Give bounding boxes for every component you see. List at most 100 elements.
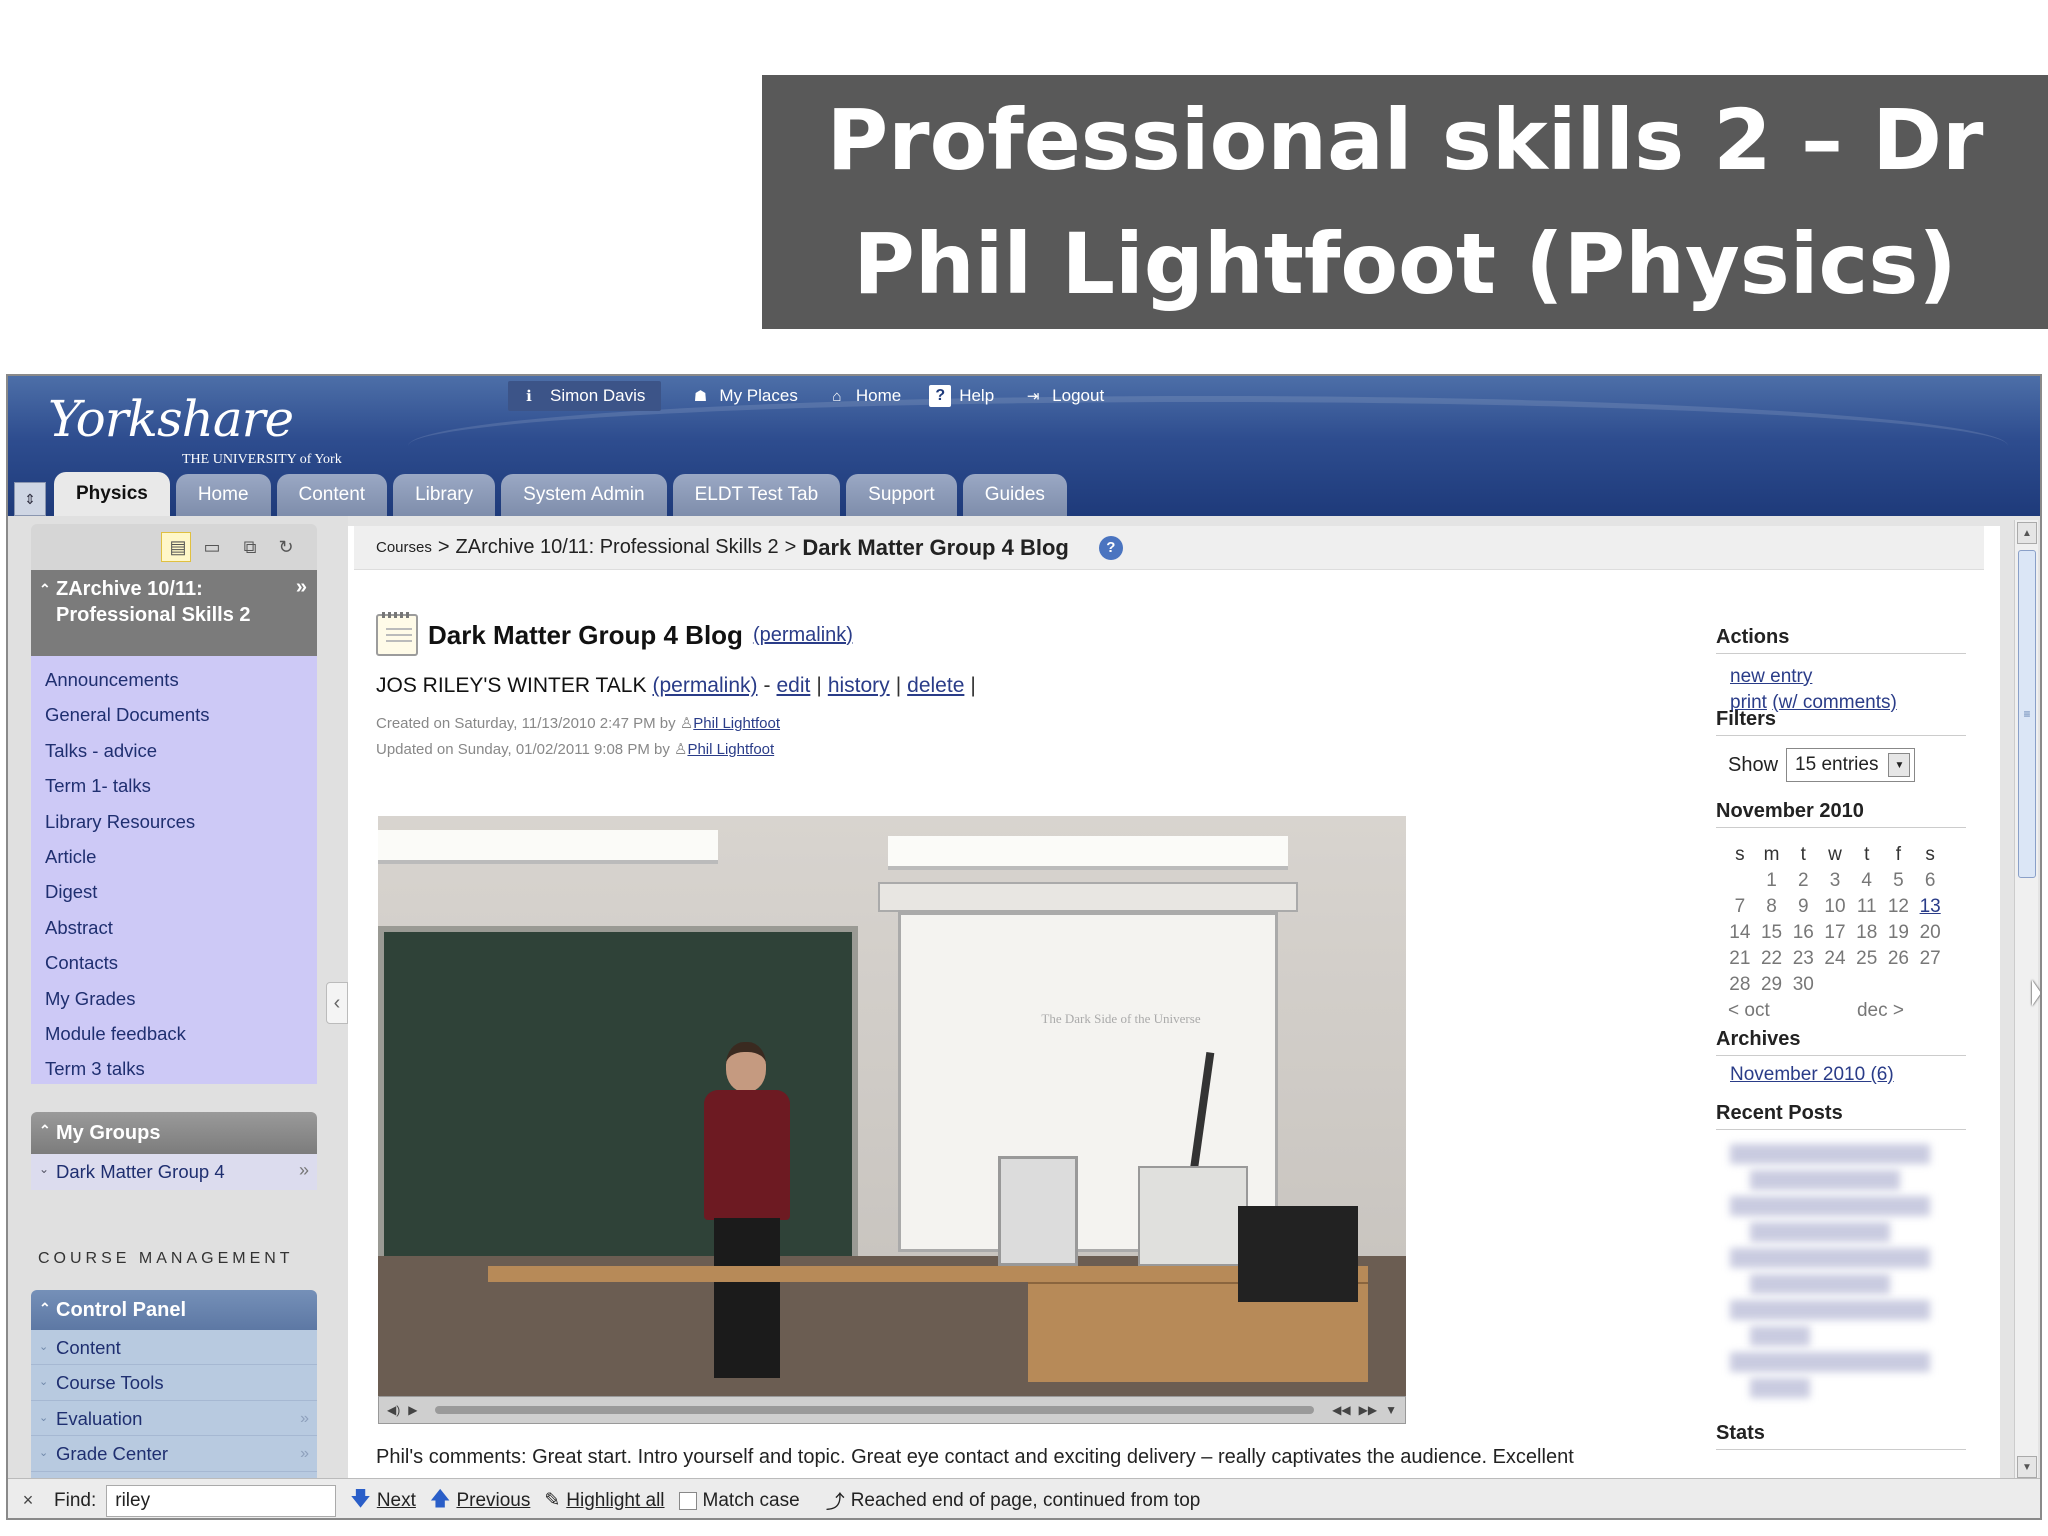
help-icon: ?	[929, 385, 952, 407]
double-chevron-icon[interactable]: »	[300, 1401, 309, 1436]
double-chevron-icon[interactable]: »	[300, 1436, 309, 1471]
module-title[interactable]: ⌃ ZArchive 10/11: Professional Skills 2 …	[31, 570, 317, 656]
find-next-label: Next	[376, 1489, 416, 1511]
weekday: f	[1895, 844, 1902, 865]
menu-down-icon[interactable]: ▼	[1385, 1403, 1397, 1417]
updated-meta: Updated on Sunday, 01/02/2011 9:08 PM by…	[376, 740, 774, 758]
tab-support[interactable]: Support	[846, 474, 957, 516]
blurred-recent-post[interactable]	[1730, 1352, 1930, 1372]
find-bar: × Find: 🡇 Next 🡅 Previous ✎ Highlight al…	[8, 1478, 2040, 1518]
double-chevron-icon[interactable]: »	[299, 1160, 309, 1181]
scroll-thumb[interactable]: ≡	[2018, 550, 2036, 878]
menu-link-contacts[interactable]: Contacts	[31, 945, 317, 980]
menu-link-article[interactable]: Article	[31, 839, 317, 874]
calendar-day: 5	[1893, 870, 1904, 891]
help-link[interactable]: ? Help	[929, 385, 994, 407]
list-view-icon[interactable]: ▤	[161, 532, 191, 562]
cp-link-content[interactable]: ⌄ Content	[31, 1330, 317, 1366]
menu-link-module-feedback[interactable]: Module feedback	[31, 1016, 317, 1051]
highlight-all-button[interactable]: ✎ Highlight all	[544, 1489, 664, 1512]
blurred-recent-post[interactable]	[1730, 1248, 1930, 1268]
breadcrumb-module[interactable]: ZArchive 10/11: Professional Skills 2	[456, 536, 779, 559]
play-icon[interactable]: ▶	[408, 1403, 417, 1417]
cp-link-course-tools[interactable]: ⌄ Course Tools	[31, 1365, 317, 1401]
entries-select[interactable]: 15 entries ▼	[1786, 748, 1916, 782]
volume-icon[interactable]: ◀)	[387, 1403, 400, 1417]
home-link[interactable]: ⌂ Home	[826, 385, 901, 407]
archive-link[interactable]: November 2010 (6)	[1730, 1064, 1894, 1085]
my-groups-header[interactable]: ⌃ My Groups	[31, 1112, 317, 1154]
speaker	[696, 1042, 796, 1382]
menu-link-talks-advice[interactable]: Talks - advice	[31, 733, 317, 768]
tab-eldt-test[interactable]: ELDT Test Tab	[672, 474, 841, 516]
tab-library[interactable]: Library	[393, 474, 496, 516]
menu-link-digest[interactable]: Digest	[31, 874, 317, 909]
help-circle-icon[interactable]: ?	[1098, 535, 1123, 560]
group-item[interactable]: ⌄ Dark Matter Group 4 »	[31, 1154, 317, 1190]
blurred-recent-post[interactable]	[1730, 1144, 1930, 1164]
blog-permalink[interactable]: (permalink)	[753, 624, 853, 647]
menu-link-term1-talks[interactable]: Term 1- talks	[31, 768, 317, 803]
my-places-link[interactable]: ☗ My Places	[689, 385, 798, 407]
dropdown-arrow-icon: ▼	[1888, 753, 1911, 777]
history-link[interactable]: history	[828, 674, 890, 698]
double-chevron-icon[interactable]: »	[296, 574, 307, 600]
find-input[interactable]	[106, 1484, 337, 1517]
find-previous-button[interactable]: 🡅 Previous	[430, 1484, 530, 1518]
tab-system-admin[interactable]: System Admin	[501, 474, 667, 516]
edit-link[interactable]: edit	[777, 674, 811, 698]
calendar-day	[1883, 972, 1915, 998]
delete-link[interactable]: delete	[907, 674, 964, 698]
logout-link[interactable]: ⇥ Logout	[1022, 385, 1104, 407]
match-case-checkbox[interactable]: Match case	[678, 1490, 800, 1512]
entry-permalink[interactable]: (permalink)	[652, 674, 757, 698]
blurred-recent-post[interactable]	[1730, 1300, 1930, 1320]
menu-link-term3-talks[interactable]: Term 3 talks	[31, 1051, 317, 1086]
video-player[interactable]: The Dark Side of the Universe	[378, 816, 1406, 1396]
scroll-up-icon[interactable]: ▲	[2017, 522, 2037, 544]
breadcrumb-current: Dark Matter Group 4 Blog	[802, 534, 1069, 560]
user-menu[interactable]: ℹ Simon Davis	[508, 381, 662, 411]
breadcrumb-separator: >	[437, 536, 450, 558]
seek-bar[interactable]	[435, 1406, 1315, 1414]
tab-toggle-icon[interactable]: ⇕	[14, 482, 46, 516]
tab-home[interactable]: Home	[175, 474, 271, 516]
tab-content[interactable]: Content	[276, 474, 388, 516]
yorkshare-logo[interactable]: Yorkshare THE UNIVERSITY of York	[48, 390, 342, 467]
expand-caret-icon: ⌄	[39, 1411, 49, 1424]
menu-link-announcements[interactable]: Announcements	[31, 662, 317, 697]
scroll-down-icon[interactable]: ▼	[2017, 1456, 2037, 1478]
cp-link-evaluation[interactable]: ⌄ Evaluation »	[31, 1401, 317, 1437]
speaker-torso	[704, 1090, 790, 1220]
new-entry-text[interactable]: new entry	[1730, 666, 1812, 687]
next-month-link[interactable]: dec >	[1857, 998, 1904, 1024]
author-link[interactable]: Phil Lightfoot	[687, 741, 774, 758]
breadcrumb-courses[interactable]: Courses	[376, 539, 432, 556]
new-window-icon[interactable]: ⧉	[235, 532, 265, 562]
show-filter: Show 15 entries ▼	[1728, 748, 1916, 782]
rewind-icon[interactable]: ◀◀	[1332, 1403, 1350, 1417]
filters-heading: Filters	[1716, 708, 1966, 736]
tab-guides[interactable]: Guides	[962, 474, 1067, 516]
control-panel-header[interactable]: ⌃ Control Panel	[31, 1290, 317, 1330]
tab-physics[interactable]: Physics	[54, 472, 170, 516]
menu-link-my-grades[interactable]: My Grades	[31, 981, 317, 1016]
menu-link-abstract[interactable]: Abstract	[31, 910, 317, 945]
collapse-menu-handle[interactable]: ‹	[326, 982, 348, 1024]
forward-icon[interactable]: ▶▶	[1359, 1403, 1377, 1417]
menu-link-library-resources[interactable]: Library Resources	[31, 804, 317, 839]
refresh-icon[interactable]: ↻	[271, 532, 301, 562]
author-link[interactable]: Phil Lightfoot	[693, 715, 780, 732]
speaker-legs	[714, 1218, 780, 1378]
calendar-day-link[interactable]: 13	[1914, 894, 1946, 920]
prev-month-link[interactable]: < oct	[1728, 998, 1770, 1024]
find-next-button[interactable]: 🡇 Next	[350, 1484, 416, 1518]
folder-view-icon[interactable]: ▭	[197, 532, 227, 562]
calendar-day: 17	[1824, 922, 1846, 943]
blurred-recent-post[interactable]	[1730, 1196, 1930, 1216]
cp-link-grade-center[interactable]: ⌄ Grade Center »	[31, 1436, 317, 1472]
collapse-caret-icon: ⌃	[39, 1122, 51, 1138]
close-find-icon[interactable]: ×	[8, 1490, 48, 1511]
menu-link-general-documents[interactable]: General Documents	[31, 697, 317, 732]
speaker-head	[726, 1042, 766, 1092]
